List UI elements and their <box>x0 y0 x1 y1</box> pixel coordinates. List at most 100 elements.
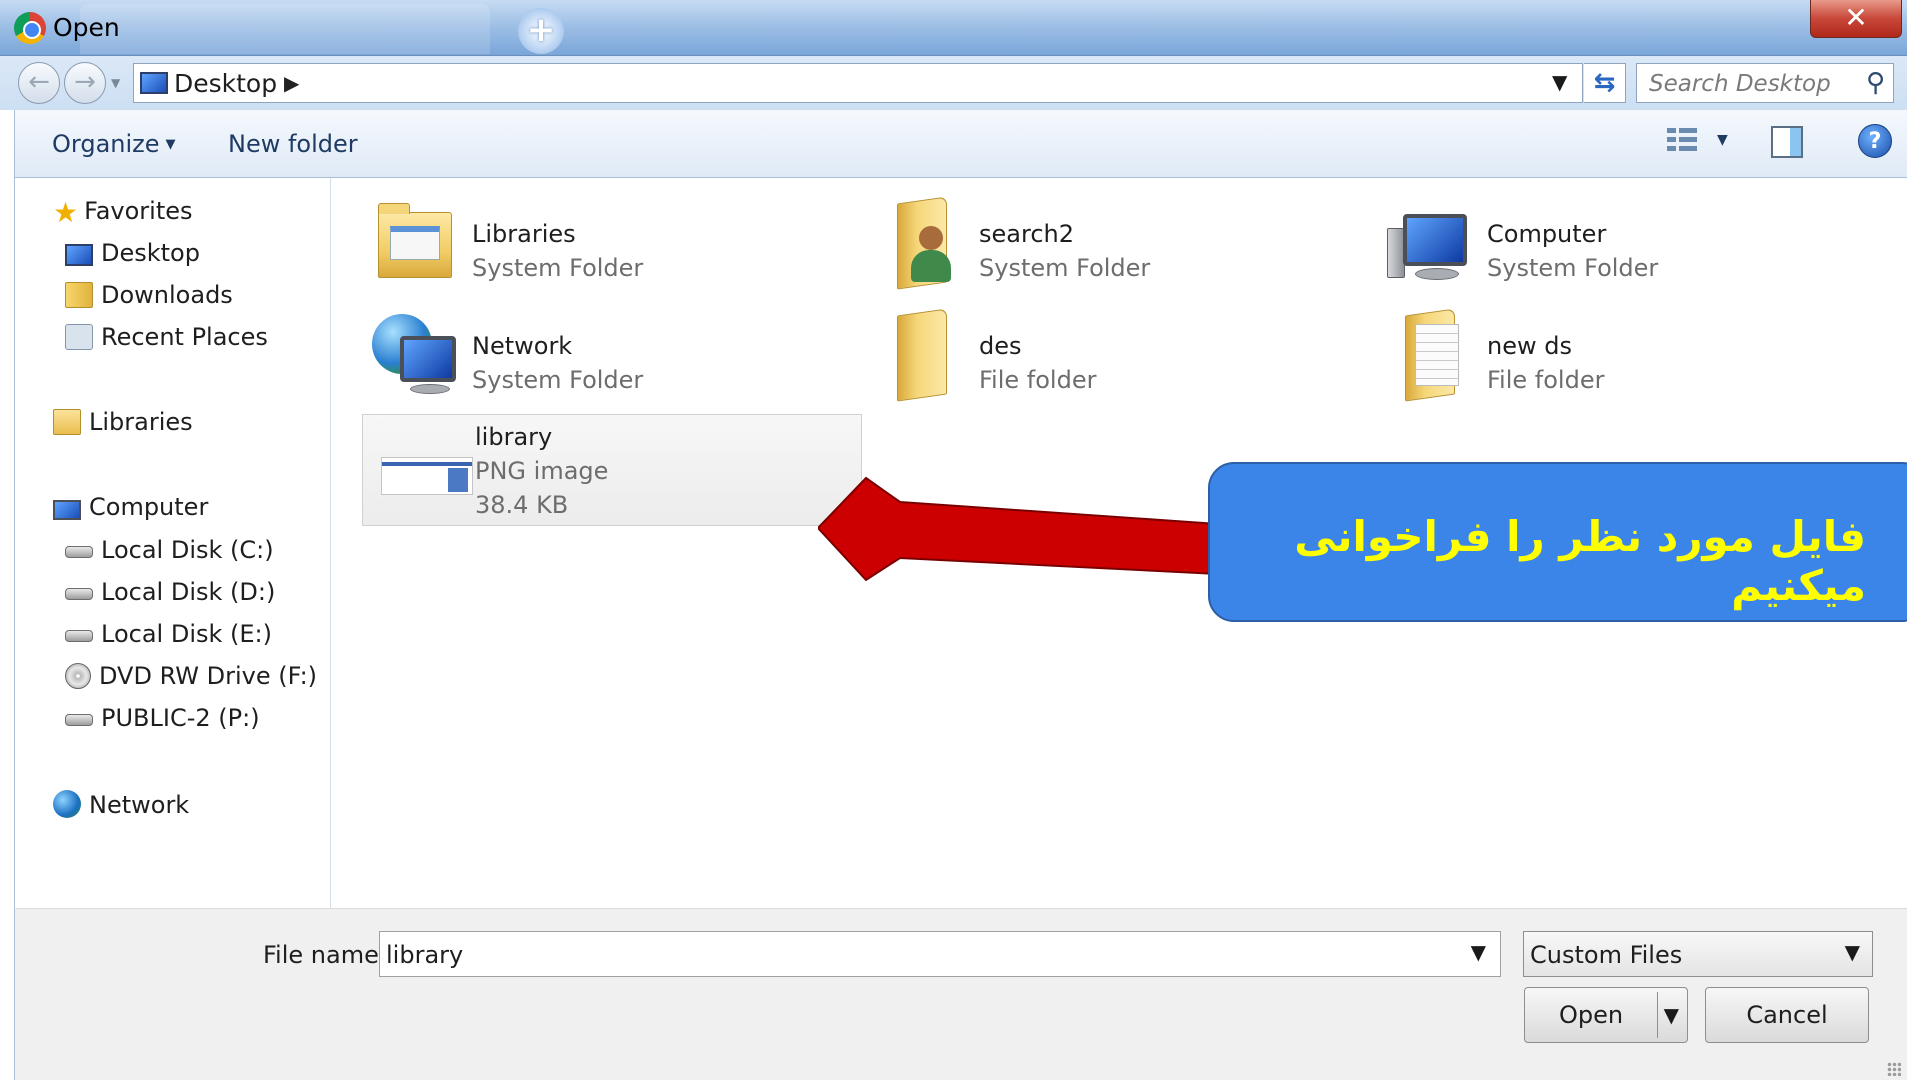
file-name-label: File name: <box>263 941 387 969</box>
network-globe-icon <box>53 790 81 818</box>
address-row: ← → ▼ Desktop ▶ ▼ ⇆ Search Desktop ⚲ <box>0 56 1907 110</box>
search-icon[interactable]: ⚲ <box>1866 68 1885 98</box>
sidebar-item-local-disk-c[interactable]: Local Disk (C:) <box>65 536 274 564</box>
new-folder-button[interactable]: New folder <box>228 130 358 158</box>
sidebar-item-label: Desktop <box>101 239 200 267</box>
file-item-search2[interactable]: search2 System Folder <box>867 188 1367 298</box>
windows-disk-icon <box>65 546 93 558</box>
network-drive-icon <box>65 714 93 726</box>
split-divider <box>1657 992 1658 1038</box>
address-bar[interactable]: Desktop ▶ ▼ <box>133 63 1583 103</box>
open-button[interactable]: Open ▼ <box>1524 987 1688 1043</box>
recent-pages-dropdown[interactable]: ▼ <box>111 76 120 90</box>
command-toolbar: Organize ▼ New folder ▼ ? <box>14 110 1907 178</box>
file-name: Libraries <box>472 220 576 248</box>
sidebar-item-label: Recent Places <box>101 323 268 351</box>
breadcrumb-chevron-icon[interactable]: ▶ <box>284 71 299 95</box>
sidebar-item-libraries[interactable]: Libraries <box>53 408 193 436</box>
arrow-shape <box>818 476 1218 582</box>
sidebar-item-recent-places[interactable]: Recent Places <box>65 323 268 351</box>
search-input[interactable]: Search Desktop ⚲ <box>1636 63 1894 103</box>
file-item-libraries[interactable]: Libraries System Folder <box>360 188 860 298</box>
file-type-filter-select[interactable]: Custom Files ▼ <box>1523 931 1873 977</box>
recent-places-icon <box>65 324 93 350</box>
sidebar-item-dvd-drive[interactable]: DVD RW Drive (F:) <box>65 662 317 690</box>
help-icon[interactable]: ? <box>1858 124 1892 158</box>
file-type: File folder <box>1487 366 1605 394</box>
callout-text: فایل مورد نظر را فراخوانی میکنیم <box>1294 512 1866 610</box>
file-type: System Folder <box>1487 254 1659 282</box>
sidebar-item-label: Downloads <box>101 281 233 309</box>
callout-box: فایل مورد نظر را فراخوانی میکنیم <box>1208 462 1907 622</box>
file-name: des <box>979 332 1022 360</box>
sidebar-item-favorites[interactable]: ★ Favorites <box>53 196 193 229</box>
hard-disk-icon <box>65 630 93 642</box>
navigation-pane: ★ Favorites Desktop Downloads Recent Plac… <box>14 178 331 908</box>
folder-documents-icon <box>1385 308 1473 402</box>
file-type: File folder <box>979 366 1097 394</box>
file-type: System Folder <box>472 254 644 282</box>
file-name: library <box>475 423 553 451</box>
open-options-dropdown-icon[interactable]: ▼ <box>1664 988 1679 1042</box>
sidebar-item-network[interactable]: Network <box>53 790 189 819</box>
star-icon: ★ <box>53 196 79 229</box>
folder-icon <box>877 308 965 402</box>
close-button[interactable]: ✕ <box>1810 0 1902 38</box>
file-item-network[interactable]: Network System Folder <box>360 300 860 410</box>
sidebar-item-downloads[interactable]: Downloads <box>65 281 233 309</box>
sidebar-item-label: DVD RW Drive (F:) <box>99 662 318 690</box>
file-name-value[interactable]: library <box>386 941 463 969</box>
file-type: System Folder <box>472 366 644 394</box>
resize-grip[interactable] <box>1887 1062 1901 1076</box>
libraries-folder-icon <box>370 198 458 286</box>
file-name: new ds <box>1487 332 1572 360</box>
file-item-des[interactable]: des File folder <box>867 300 1367 410</box>
sidebar-item-label: PUBLIC-2 (P:) <box>101 704 260 732</box>
file-item-new-ds[interactable]: new ds File folder <box>1375 300 1875 410</box>
forward-button[interactable]: → <box>64 62 106 104</box>
refresh-button[interactable]: ⇆ <box>1584 63 1626 103</box>
organize-menu[interactable]: Organize ▼ <box>52 130 176 158</box>
sidebar-item-label: Libraries <box>89 408 193 436</box>
sidebar-item-label: Computer <box>89 493 209 521</box>
sidebar-item-label: Local Disk (E:) <box>101 620 272 648</box>
background-tab <box>80 4 490 54</box>
sidebar-item-label: Local Disk (D:) <box>101 578 276 606</box>
dialog-footer: File name: library ▼ Custom Files ▼ Open… <box>14 908 1907 1080</box>
file-item-computer[interactable]: Computer System Folder <box>1375 188 1875 298</box>
dvd-drive-icon <box>65 663 91 689</box>
red-arrow-annotation <box>818 476 1218 582</box>
breadcrumb-desktop[interactable]: Desktop <box>174 69 277 98</box>
view-options-dropdown-icon[interactable]: ▼ <box>1717 132 1728 148</box>
preview-pane-icon[interactable] <box>1771 126 1803 158</box>
hard-disk-icon <box>65 588 93 600</box>
file-type: PNG image <box>475 457 609 485</box>
computer-icon <box>1385 198 1473 286</box>
network-globe-icon <box>370 310 458 398</box>
sidebar-item-desktop[interactable]: Desktop <box>65 239 200 267</box>
file-item-library[interactable]: library PNG image 38.4 KB <box>362 414 862 526</box>
sidebar-item-computer[interactable]: Computer <box>53 493 208 521</box>
downloads-folder-icon <box>65 282 93 308</box>
sidebar-item-local-disk-e[interactable]: Local Disk (E:) <box>65 620 272 648</box>
organize-label: Organize <box>52 130 160 158</box>
sidebar-item-public-2[interactable]: PUBLIC-2 (P:) <box>65 704 260 732</box>
filter-value: Custom Files <box>1530 941 1683 969</box>
file-type: System Folder <box>979 254 1151 282</box>
file-size: 38.4 KB <box>475 491 569 519</box>
computer-icon <box>53 500 81 520</box>
change-view-icon[interactable] <box>1667 128 1697 158</box>
window-title: Open <box>53 13 120 42</box>
address-dropdown-icon[interactable]: ▼ <box>1552 70 1567 94</box>
file-name-input[interactable]: library ▼ <box>379 931 1501 977</box>
sidebar-item-label: Favorites <box>84 197 193 225</box>
refresh-icon: ⇆ <box>1593 68 1616 98</box>
cancel-button[interactable]: Cancel <box>1705 987 1869 1043</box>
chevron-down-icon[interactable]: ▼ <box>1845 940 1860 964</box>
sidebar-item-local-disk-d[interactable]: Local Disk (D:) <box>65 578 275 606</box>
search-placeholder: Search Desktop <box>1649 71 1831 97</box>
file-name: search2 <box>979 220 1074 248</box>
file-name-dropdown-icon[interactable]: ▼ <box>1471 940 1486 964</box>
new-tab-plus-icon: + <box>518 8 564 54</box>
back-button[interactable]: ← <box>18 62 60 104</box>
